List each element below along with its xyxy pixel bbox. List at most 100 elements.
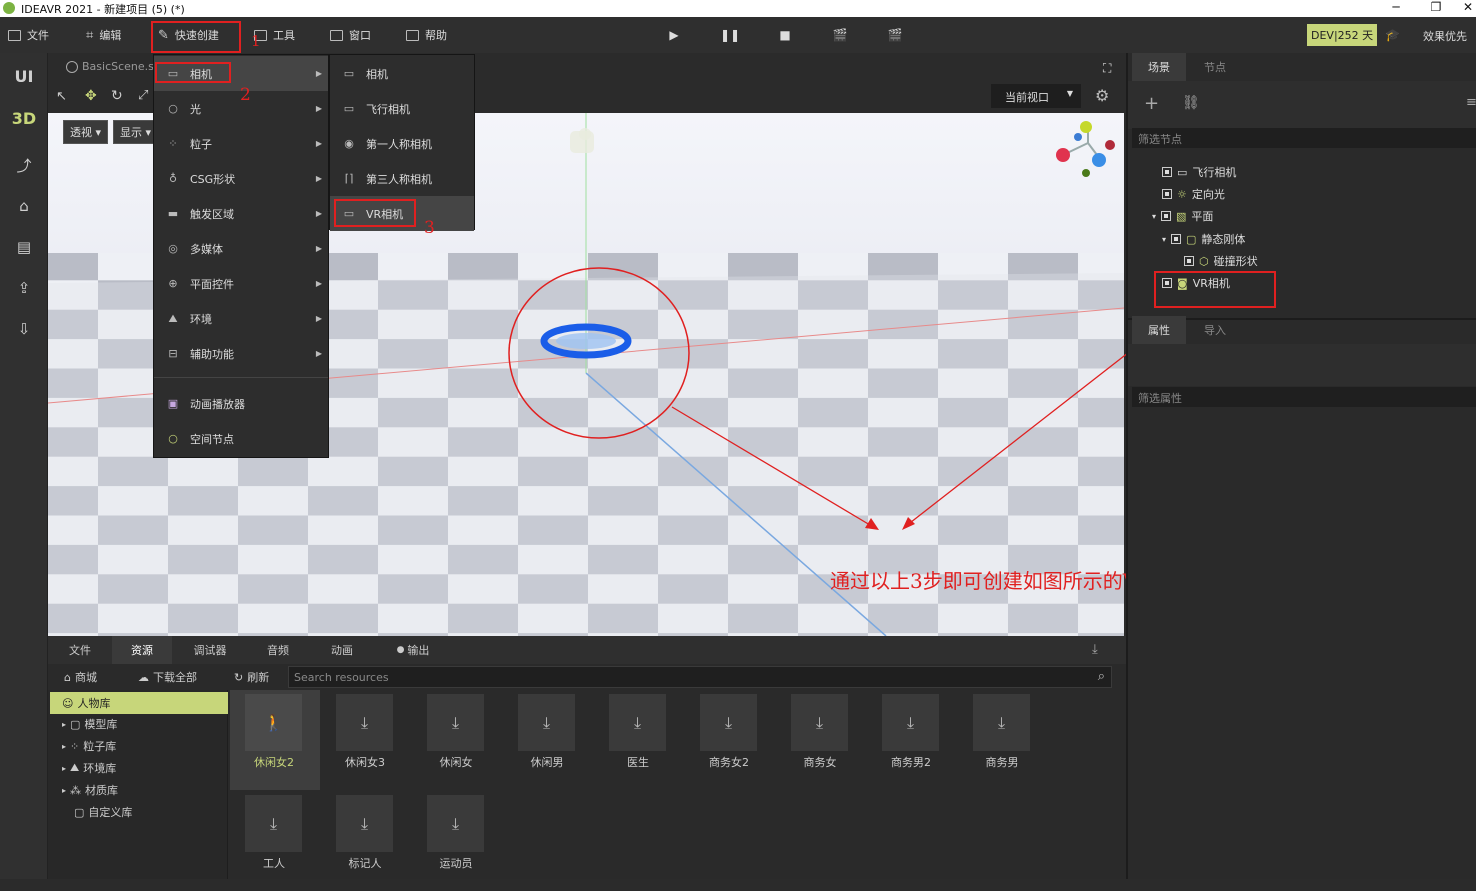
- submenu-item-camera[interactable]: ▭ 相机: [330, 56, 474, 91]
- select-tool-icon[interactable]: ↖: [56, 89, 67, 104]
- expand-icon[interactable]: ▾: [1162, 235, 1166, 244]
- path-icon[interactable]: ⤴: [0, 145, 48, 185]
- menu-help[interactable]: 帮助: [406, 17, 447, 53]
- search-icon[interactable]: ⌕: [1098, 669, 1105, 684]
- tab-properties[interactable]: 属性: [1132, 316, 1186, 344]
- tree-node-fly-camera[interactable]: ▭ 飞行相机: [1162, 164, 1236, 180]
- tab-audio[interactable]: 音频: [248, 636, 308, 664]
- library-item-custom[interactable]: ▢ 自定义库: [50, 801, 228, 823]
- expand-icon[interactable]: ▾: [1152, 212, 1156, 221]
- shop-button[interactable]: ⌂ 商城: [64, 669, 97, 685]
- ui-mode-button[interactable]: UI: [0, 56, 48, 96]
- perspective-button[interactable]: 透视 ▾: [63, 120, 109, 144]
- asset-item[interactable]: ⤓ 商务男: [958, 690, 1048, 790]
- menu-item-animation-player[interactable]: ▣ 动画播放器: [154, 386, 328, 421]
- tab-import[interactable]: 导入: [1188, 316, 1242, 344]
- filter-properties-input[interactable]: 筛选属性: [1132, 387, 1476, 407]
- scale-tool-icon[interactable]: ⤢: [138, 88, 148, 103]
- submenu-item-first-person[interactable]: ◉ 第一人称相机: [330, 126, 474, 161]
- link-icon[interactable]: ⛓: [1182, 95, 1200, 111]
- menu-item-widget[interactable]: ⊕ 平面控件 ▶: [154, 266, 328, 301]
- store-icon[interactable]: ⌂: [0, 186, 48, 226]
- asset-item[interactable]: ⤓ 休闲男: [503, 690, 593, 790]
- fullscreen-icon[interactable]: ⛶: [1103, 61, 1111, 76]
- menu-item-spatial-node[interactable]: ○ 空间节点: [154, 421, 328, 456]
- restore-button[interactable]: ❐: [1418, 0, 1454, 17]
- menu-item-media[interactable]: ◎ 多媒体 ▶: [154, 231, 328, 266]
- tab-files[interactable]: 文件: [50, 636, 110, 664]
- submenu-item-fly-camera[interactable]: ▭ 飞行相机: [330, 91, 474, 126]
- asset-item[interactable]: ⤓ 医生: [594, 690, 684, 790]
- rotate-tool-icon[interactable]: ↻: [111, 88, 123, 104]
- visibility-checkbox[interactable]: [1162, 189, 1172, 199]
- display-button[interactable]: 显示 ▾: [113, 120, 159, 144]
- menu-file[interactable]: 文件: [8, 17, 49, 53]
- menu-item-trigger[interactable]: ▬ 触发区域 ▶: [154, 196, 328, 231]
- submenu-item-third-person[interactable]: ⌈⌉ 第三人称相机: [330, 161, 474, 196]
- tree-node-directional-light[interactable]: ☼ 定向光: [1162, 186, 1225, 202]
- menu-item-helper[interactable]: ⊟ 辅助功能 ▶: [154, 336, 328, 371]
- gear-icon[interactable]: ⚙: [1095, 86, 1109, 105]
- tree-node-static-body[interactable]: ▾ ▢ 静态刚体: [1162, 231, 1245, 247]
- clapper-edit-icon[interactable]: 🎬: [884, 17, 906, 53]
- menu-item-label: 动画播放器: [190, 397, 245, 411]
- menu-item-label: 触发区域: [190, 207, 234, 221]
- asset-item[interactable]: ⤓ 商务女: [776, 690, 866, 790]
- visibility-checkbox[interactable]: [1171, 234, 1182, 244]
- tree-node-plane[interactable]: ▾ ▧ 平面: [1152, 208, 1213, 224]
- tab-scene[interactable]: 场景: [1132, 53, 1186, 81]
- filter-nodes-input[interactable]: 筛选节点: [1132, 128, 1476, 148]
- asset-item[interactable]: ⤓ 商务女2: [685, 690, 775, 790]
- asset-item[interactable]: ⤓ 休闲女: [412, 690, 502, 790]
- library-item-materials[interactable]: ▸ ⁂ 材质库: [50, 779, 228, 801]
- graduation-icon[interactable]: 🎓: [1385, 28, 1400, 42]
- tree-node-collision-shape[interactable]: ⬡ 碰撞形状: [1184, 253, 1258, 269]
- visibility-checkbox[interactable]: [1161, 211, 1172, 221]
- library-item-models[interactable]: ▸ ▢ 模型库: [50, 713, 228, 735]
- asset-item[interactable]: ⤓ 商务男2: [867, 690, 957, 790]
- tab-animation[interactable]: 动画: [312, 636, 372, 664]
- menu-icon[interactable]: ≡: [1466, 95, 1476, 110]
- clapper-icon[interactable]: 🎬: [829, 17, 851, 53]
- 3d-mode-button[interactable]: 3D: [0, 98, 48, 138]
- tab-resources[interactable]: 资源: [112, 636, 172, 664]
- add-icon[interactable]: +: [1144, 93, 1159, 114]
- menu-item-particle[interactable]: ⁘ 粒子 ▶: [154, 126, 328, 161]
- visibility-checkbox[interactable]: [1162, 167, 1172, 177]
- tab-debugger[interactable]: 调试器: [178, 636, 242, 664]
- submenu-item-label: 第一人称相机: [366, 137, 432, 151]
- scene-tab[interactable]: BasicScene.s: [66, 60, 154, 73]
- download-all-button[interactable]: ☁ 下载全部: [138, 669, 197, 685]
- play-icon[interactable]: ▶: [663, 17, 685, 53]
- asset-item[interactable]: ⤓ 工人: [230, 791, 320, 891]
- refresh-button[interactable]: ↻ 刷新: [234, 669, 269, 685]
- close-button[interactable]: ✕: [1450, 0, 1476, 17]
- tab-output[interactable]: ● 输出: [378, 636, 448, 664]
- menu-item-environment[interactable]: ⛰ 环境 ▶: [154, 301, 328, 336]
- menu-item-csg[interactable]: ♁ CSG形状 ▶: [154, 161, 328, 196]
- search-resources-input[interactable]: Search resources ⌕: [288, 666, 1112, 688]
- menu-window[interactable]: 窗口: [330, 17, 371, 53]
- library-item-environment[interactable]: ▸ ⛰ 环境库: [50, 757, 228, 779]
- quality-setting[interactable]: 效果优先: [1423, 28, 1467, 44]
- visibility-checkbox[interactable]: [1184, 256, 1194, 266]
- library-item-particles[interactable]: ▸ ⁘ 粒子库: [50, 735, 228, 757]
- settings-panel-icon[interactable]: ▤: [0, 227, 48, 267]
- minimize-button[interactable]: ─: [1378, 0, 1414, 17]
- collapse-icon[interactable]: ⤓: [1092, 642, 1098, 657]
- import-icon[interactable]: ⇩: [0, 309, 48, 349]
- stop-icon[interactable]: ■: [774, 17, 796, 53]
- view-select[interactable]: 当前视口 ▼: [991, 84, 1081, 108]
- tree-node-label: 平面: [1191, 210, 1214, 223]
- menu-edit[interactable]: ⌗ 编辑: [86, 17, 121, 53]
- asset-item[interactable]: ⤓ 休闲女3: [321, 690, 411, 790]
- move-tool-icon[interactable]: ✥: [85, 88, 97, 104]
- export-icon[interactable]: ⇪: [0, 268, 48, 308]
- asset-item[interactable]: ⤓ 标记人: [321, 791, 411, 891]
- pause-icon[interactable]: ❚❚: [719, 17, 741, 53]
- tab-node[interactable]: 节点: [1188, 53, 1242, 81]
- asset-item[interactable]: ⤓ 运动员: [412, 791, 502, 891]
- library-item-characters[interactable]: ☺ 人物库: [50, 692, 228, 714]
- asset-item[interactable]: 🚶 休闲女2: [230, 690, 320, 790]
- display-label: 显示: [120, 126, 142, 139]
